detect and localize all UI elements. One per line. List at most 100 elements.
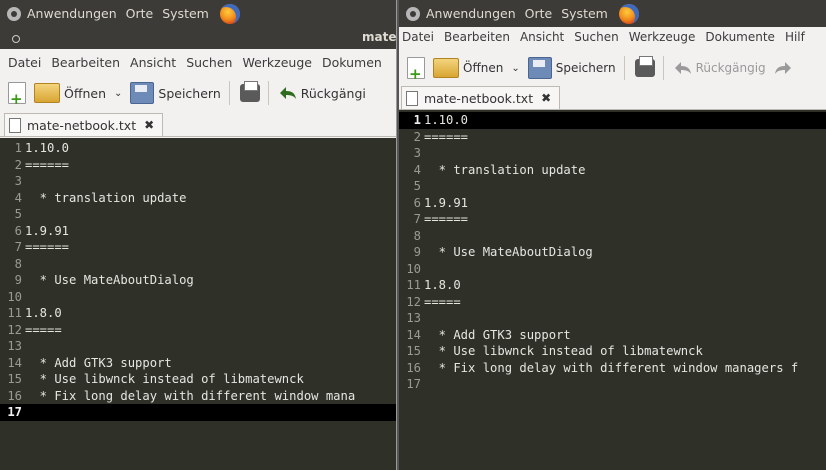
window-menu-icon[interactable]	[12, 35, 20, 43]
menu-documents[interactable]: Dokumen	[322, 55, 382, 70]
text-line[interactable]: 11 1.8.0	[399, 277, 826, 294]
text-line[interactable]: 3	[399, 145, 826, 162]
text-line[interactable]: 12 =====	[399, 294, 826, 311]
firefox-icon[interactable]	[219, 3, 240, 24]
redo-button[interactable]	[774, 61, 792, 75]
text-line[interactable]: 11 1.8.0	[0, 305, 396, 322]
undo-button[interactable]: Rückgängi	[279, 86, 366, 101]
text-line[interactable]: 4 * translation update	[0, 190, 396, 207]
window-titlebar[interactable]: mate	[0, 27, 396, 49]
menu-documents[interactable]: Dokumente	[705, 30, 775, 44]
undo-icon	[279, 86, 297, 100]
menu-view[interactable]: Ansicht	[520, 30, 564, 44]
menu-tools[interactable]: Werkzeuge	[629, 30, 696, 44]
text-line[interactable]: 7 ======	[399, 211, 826, 228]
line-number: 12	[7, 322, 22, 337]
close-tab-icon[interactable]: ✖	[144, 118, 154, 132]
print-icon	[634, 56, 655, 77]
menu-edit[interactable]: Bearbeiten	[444, 30, 510, 44]
text-line[interactable]: 5	[0, 206, 396, 223]
text-line[interactable]: 12 =====	[0, 322, 396, 339]
menu-file[interactable]: Datei	[8, 55, 41, 70]
mate-logo-icon[interactable]	[406, 6, 420, 21]
line-text: * Use MateAboutDialog	[424, 245, 593, 259]
save-icon	[527, 57, 552, 79]
text-editor[interactable]: 1 1.10.0 2 ====== 3 4 * translation update 5 6 1…	[0, 138, 396, 470]
save-button[interactable]: Speichern	[130, 82, 221, 104]
print-button[interactable]	[634, 56, 655, 77]
line-text: * Add GTK3 support	[424, 327, 571, 342]
tab-label: mate-netbook.txt	[424, 90, 534, 106]
text-line[interactable]: 14 * Add GTK3 support	[399, 327, 826, 344]
text-line[interactable]: 8	[399, 228, 826, 245]
save-label: Speichern	[158, 85, 221, 101]
open-button[interactable]: Öffnen ⌄	[433, 58, 520, 78]
mate-logo-icon[interactable]	[7, 6, 21, 21]
line-number: 4	[413, 162, 421, 177]
line-number: 15	[7, 372, 22, 386]
tab-document[interactable]: mate-netbook.txt ✖	[4, 113, 164, 136]
text-line[interactable]: 6 1.9.91	[399, 195, 826, 212]
new-document-icon	[407, 57, 425, 83]
new-button[interactable]	[8, 82, 26, 108]
menu-search[interactable]: Suchen	[574, 30, 618, 44]
panel-menu-system[interactable]: System	[561, 6, 608, 21]
new-button[interactable]	[407, 57, 425, 83]
current-line[interactable]: 17	[0, 404, 396, 421]
text-line[interactable]: 14 * Add GTK3 support	[0, 355, 396, 372]
save-button[interactable]: Speichern	[527, 57, 616, 79]
text-line[interactable]: 13	[399, 310, 826, 327]
text-line[interactable]: 7 ======	[0, 239, 396, 256]
text-line[interactable]: 17	[399, 376, 826, 393]
line-text: * translation update	[25, 190, 187, 205]
menu-tools[interactable]: Werkzeuge	[242, 55, 312, 70]
text-line[interactable]: 16 * Fix long delay with different windo…	[399, 360, 826, 377]
chevron-down-icon[interactable]: ⌄	[114, 88, 122, 99]
panel-menu-places[interactable]: Orte	[525, 6, 553, 21]
line-text: 1.10.0	[424, 113, 469, 127]
text-line[interactable]: 2 ======	[399, 129, 826, 146]
text-line[interactable]: 1 1.10.0	[0, 140, 396, 157]
line-number: 11	[406, 278, 421, 292]
menu-edit[interactable]: Bearbeiten	[51, 55, 120, 70]
panel-menu-places[interactable]: Orte	[126, 6, 154, 21]
line-text: =====	[25, 322, 62, 337]
chevron-down-icon[interactable]: ⌄	[511, 63, 519, 74]
text-line[interactable]: 2 ======	[0, 157, 396, 174]
text-line[interactable]: 9 * Use MateAboutDialog	[399, 244, 826, 261]
menu-file[interactable]: Datei	[402, 30, 434, 44]
text-line[interactable]: 4 * translation update	[399, 162, 826, 179]
text-line[interactable]: 3	[0, 173, 396, 190]
current-line[interactable]: 1 1.10.0	[399, 112, 826, 129]
save-icon	[130, 82, 155, 104]
text-line[interactable]: 6 1.9.91	[0, 223, 396, 240]
print-button[interactable]	[239, 81, 260, 102]
text-line[interactable]: 15 * Use libwnck instead of libmatewnck	[0, 371, 396, 388]
menu-search[interactable]: Suchen	[186, 55, 232, 70]
line-text: 1.9.91	[424, 195, 469, 210]
menu-view[interactable]: Ansicht	[130, 55, 176, 70]
text-line[interactable]: 10	[0, 289, 396, 306]
text-line[interactable]: 10	[399, 261, 826, 278]
close-tab-icon[interactable]: ✖	[541, 91, 551, 105]
panel-menu-applications[interactable]: Anwendungen	[27, 6, 117, 21]
panel-menu-applications[interactable]: Anwendungen	[426, 6, 516, 21]
open-button[interactable]: Öffnen ⌄	[34, 83, 122, 103]
text-line[interactable]: 15 * Use libwnck instead of libmatewnck	[399, 343, 826, 360]
menu-help[interactable]: Hilf	[785, 30, 805, 44]
line-number: 11	[7, 306, 22, 320]
line-number: 6	[413, 195, 421, 210]
document-icon	[9, 117, 21, 133]
undo-button[interactable]: Rückgängig	[674, 61, 766, 75]
text-line[interactable]: 5	[399, 178, 826, 195]
panel-menu-system[interactable]: System	[162, 6, 209, 21]
text-line[interactable]: 9 * Use MateAboutDialog	[0, 272, 396, 289]
tab-document[interactable]: mate-netbook.txt ✖	[401, 86, 561, 109]
editor-window-right: Anwendungen Orte System Datei Bearbeiten…	[397, 0, 826, 470]
text-editor[interactable]: 1 1.10.0 2 ====== 3 4 * translation update 5 6 1…	[399, 110, 826, 470]
text-line[interactable]: 8	[0, 256, 396, 273]
firefox-icon[interactable]	[618, 3, 639, 24]
line-text: * Use MateAboutDialog	[25, 273, 194, 287]
text-line[interactable]: 16 * Fix long delay with different windo…	[0, 388, 396, 405]
text-line[interactable]: 13	[0, 338, 396, 355]
